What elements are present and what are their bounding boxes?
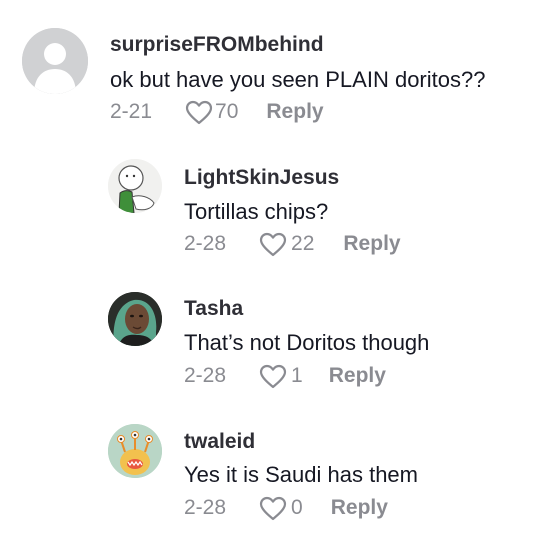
avatar[interactable] [108,292,162,346]
like-button[interactable]: 0 [259,496,303,521]
reply-button[interactable]: Reply [329,364,386,388]
heart-icon [259,364,287,388]
reply-button[interactable]: Reply [331,496,388,520]
comment-item: Tasha That’s not Doritos though 2-28 1 R… [0,272,559,406]
doodle-avatar-icon [108,159,162,213]
avatar[interactable] [108,424,162,478]
like-count: 1 [291,364,303,387]
reply-button[interactable]: Reply [266,100,323,124]
like-button[interactable]: 70 [185,100,238,125]
like-count: 0 [291,496,303,519]
like-count: 70 [215,100,239,123]
like-button[interactable]: 22 [259,232,314,257]
comment-date: 2-28 [184,496,227,519]
comment-meta: 2-21 70 Reply [110,98,324,126]
comment-item: surpriseFROMbehind ok but have you seen … [0,0,559,140]
avatar[interactable] [108,159,162,213]
comment-username[interactable]: twaleid [184,430,255,454]
comment-text: Tortillas chips? [184,199,329,224]
default-avatar-icon [22,28,88,94]
comment-text: ok but have you seen PLAIN doritos?? [110,67,486,92]
avatar[interactable] [22,28,88,94]
comment-item: twaleid Yes it is Saudi has them 2-28 0 … [0,404,559,547]
comment-username[interactable]: LightSkinJesus [184,166,339,190]
comment-text: Yes it is Saudi has them [184,462,418,487]
comment-username[interactable]: surpriseFROMbehind [110,33,324,57]
like-button[interactable]: 1 [259,364,303,389]
like-count: 22 [291,232,315,255]
comment-meta: 2-28 0 Reply [184,494,388,522]
heart-icon [259,496,287,520]
comment-date: 2-21 [110,100,153,123]
comment-item: LightSkinJesus Tortillas chips? 2-28 22 … [0,140,559,280]
comment-text: That’s not Doritos though [184,330,430,355]
photo-avatar-icon [108,292,162,346]
comment-username[interactable]: Tasha [184,297,243,321]
reply-button[interactable]: Reply [343,232,400,256]
monster-avatar-icon [108,424,162,478]
heart-icon [259,232,287,256]
comment-date: 2-28 [184,364,227,387]
comment-meta: 2-28 22 Reply [184,230,401,258]
comment-date: 2-28 [184,232,227,255]
heart-icon [185,100,213,124]
comment-meta: 2-28 1 Reply [184,362,386,390]
